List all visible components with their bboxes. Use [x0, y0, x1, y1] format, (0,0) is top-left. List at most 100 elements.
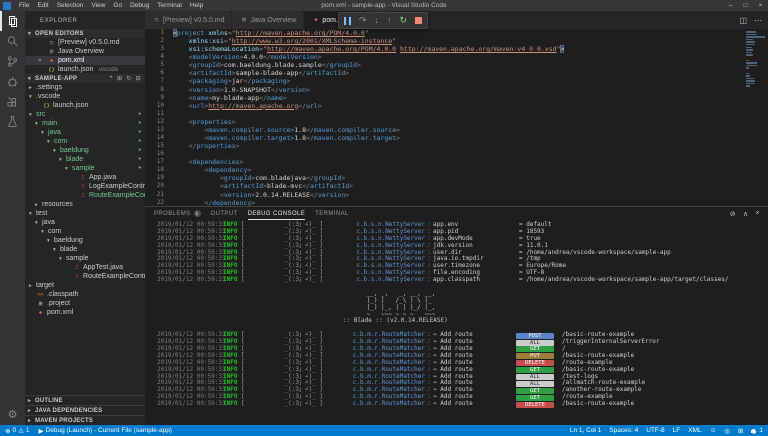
panel-tab-output[interactable]: OUTPUT: [211, 207, 238, 220]
extensions-icon[interactable]: [0, 91, 25, 111]
clear-console-icon[interactable]: ⊘: [730, 210, 736, 218]
cursor-position[interactable]: Ln 1, Col 1: [570, 427, 601, 434]
collapse-all-icon[interactable]: ⊟: [136, 75, 141, 82]
tree-item-settings[interactable]: ▸.settings: [25, 83, 145, 92]
tree-item-pom-xml[interactable]: ◆pom.xml: [25, 308, 145, 317]
status-circle-icon[interactable]: ◎: [724, 427, 730, 435]
tree-item-blade[interactable]: ▾blade: [25, 245, 145, 254]
open-editor-preview-v0-5-0-md[interactable]: ◫[Preview] v0.5.0.md: [25, 38, 145, 47]
tree-item-baeldung[interactable]: ▾baeldung•: [25, 146, 145, 155]
step-out-icon[interactable]: ↑: [387, 16, 392, 25]
new-folder-icon[interactable]: ⊞: [117, 75, 122, 82]
new-file-icon[interactable]: +: [109, 75, 113, 82]
indentation[interactable]: Spaces: 4: [609, 427, 638, 434]
menu-file[interactable]: File: [15, 0, 33, 11]
menu-go[interactable]: Go: [109, 0, 126, 11]
split-editor-icon[interactable]: ◫: [739, 16, 747, 25]
eol[interactable]: LF: [673, 427, 681, 434]
code-line: 16: [145, 150, 744, 158]
http-method-badge: GET: [516, 395, 554, 401]
editor-actions: ◫⋯: [739, 11, 768, 29]
panel-tab-problems[interactable]: PROBLEMS1: [154, 207, 201, 220]
pause-icon[interactable]: [344, 17, 351, 25]
menu-debug[interactable]: Debug: [126, 0, 153, 11]
log-value: = /home/andrea/vscode-workspace/sample-a…: [519, 250, 671, 257]
section-java-dependencies[interactable]: ▸JAVA DEPENDENCIES: [25, 405, 145, 415]
test-icon[interactable]: [0, 111, 25, 131]
panel-tab-terminal[interactable]: TERMINAL: [315, 207, 349, 220]
minimize-window-icon[interactable]: –: [723, 0, 738, 11]
menu-edit[interactable]: Edit: [33, 0, 52, 11]
tree-item-sample[interactable]: ▾sample•: [25, 164, 145, 173]
minimap[interactable]: [746, 31, 766, 88]
tree-item-routeexamplecontrolle[interactable]: JRouteExampleControlle...1: [25, 191, 145, 200]
tree-item-blade[interactable]: ▾blade•: [25, 155, 145, 164]
open-editor-pom-xml[interactable]: ×◆pom.xml: [25, 56, 145, 65]
tree-item-project[interactable]: ▦.project: [25, 299, 145, 308]
project-root-header[interactable]: ▾ SAMPLE-APP +⊞↻⊟: [25, 74, 145, 83]
tree-item-test[interactable]: ▾test: [25, 209, 145, 218]
problems-status[interactable]: ⊗0⚠1: [5, 427, 30, 435]
tree-item-main[interactable]: ▾main•: [25, 119, 145, 128]
tree-item-baeldung[interactable]: ▾baeldung: [25, 236, 145, 245]
tree-item-java[interactable]: ▾java•: [25, 128, 145, 137]
gear-icon[interactable]: ⚙: [0, 409, 25, 421]
tree-item-java[interactable]: ▾java: [25, 218, 145, 227]
step-over-icon[interactable]: ↷: [359, 16, 367, 25]
section-maven-projects[interactable]: ▸MAVEN PROJECTS: [25, 415, 145, 425]
encoding[interactable]: UTF-8: [646, 427, 664, 434]
step-into-icon[interactable]: ↓: [375, 16, 380, 25]
search-icon[interactable]: [0, 31, 25, 51]
tree-item-com[interactable]: ▾com•: [25, 137, 145, 146]
debug-launch-status[interactable]: ▶Debug (Launch) - Current File (sample-a…: [39, 427, 172, 435]
debug-console-output[interactable]: 2019/01/12 00:59:33INFO[_(:3」∠)_ ]c.b.s.…: [145, 220, 768, 425]
close-icon[interactable]: ×: [38, 57, 47, 64]
tree-item-routeexamplecontrollertes[interactable]: JRouteExampleControllerTes...: [25, 272, 145, 281]
open-editors-header[interactable]: ▾ OPEN EDITORS: [25, 29, 145, 38]
more-actions-icon[interactable]: ⋯: [754, 16, 762, 25]
explorer-icon[interactable]: [0, 11, 25, 31]
tree-item-label: java: [42, 219, 55, 226]
feedback-smiley-icon[interactable]: ☺: [710, 427, 717, 434]
panel-tab-debug-console[interactable]: DEBUG CONSOLE: [248, 207, 306, 220]
tab-preview-v0-5-0-md[interactable]: ◫[Preview] v0.5.0.md: [145, 11, 232, 29]
open-editor-java-overview[interactable]: ▤Java Overview: [25, 47, 145, 56]
code-editor[interactable]: 1<project xmlns="http://maven.apache.org…: [145, 29, 768, 206]
tree-item-app-java[interactable]: JApp.java: [25, 173, 145, 182]
tree-item-src[interactable]: ▾src•: [25, 110, 145, 119]
source-control-icon[interactable]: [0, 51, 25, 71]
menu-view[interactable]: View: [87, 0, 109, 11]
debug-icon[interactable]: [0, 71, 25, 91]
tree-item-sample[interactable]: ▾sample: [25, 254, 145, 263]
maximize-panel-icon[interactable]: ∧: [743, 210, 749, 218]
close-panel-icon[interactable]: ×: [756, 210, 761, 218]
tree-item-logexamplecontroller-java[interactable]: JLogExampleController.java: [25, 182, 145, 191]
language-mode[interactable]: XML: [688, 427, 701, 434]
menu-selection[interactable]: Selection: [53, 0, 88, 11]
tree-item-com[interactable]: ▾com: [25, 227, 145, 236]
stop-icon[interactable]: [415, 17, 422, 24]
tree-item-resources[interactable]: ▸resources: [25, 200, 145, 209]
tree-item-target[interactable]: ▸target: [25, 281, 145, 290]
restart-icon[interactable]: ↻: [400, 16, 408, 25]
tree-item-launch-json[interactable]: {}launch.json: [25, 101, 145, 110]
menu-help[interactable]: Help: [186, 0, 207, 11]
tab-java-overview[interactable]: ▤Java Overview: [232, 11, 304, 29]
tree-item-label: .project: [47, 300, 70, 307]
chevron-down-icon: ▾: [47, 238, 54, 244]
code-line: 7 <packaging>jar</packaging>: [145, 77, 744, 85]
maximize-window-icon[interactable]: □: [738, 0, 753, 11]
tree-item-vscode[interactable]: ▾.vscode: [25, 92, 145, 101]
open-editor-launch-json[interactable]: {}launch.json.vscode: [25, 65, 145, 74]
preview-file-icon: ◫: [152, 17, 161, 23]
tree-item-classpath[interactable]: <>.classpath: [25, 290, 145, 299]
notifications-bell[interactable]: 1: [751, 427, 763, 434]
menu-terminal[interactable]: Terminal: [153, 0, 186, 11]
tree-item-apptest-java[interactable]: JAppTest.java: [25, 263, 145, 272]
tab-label: [Preview] v0.5.0.md: [163, 17, 224, 24]
status-grid-icon[interactable]: ⊞: [738, 427, 743, 435]
refresh-icon[interactable]: ↻: [126, 75, 131, 82]
http-method-badge: POST: [516, 333, 554, 339]
close-window-icon[interactable]: ×: [753, 0, 768, 11]
section-outline[interactable]: ▸OUTLINE: [25, 395, 145, 405]
